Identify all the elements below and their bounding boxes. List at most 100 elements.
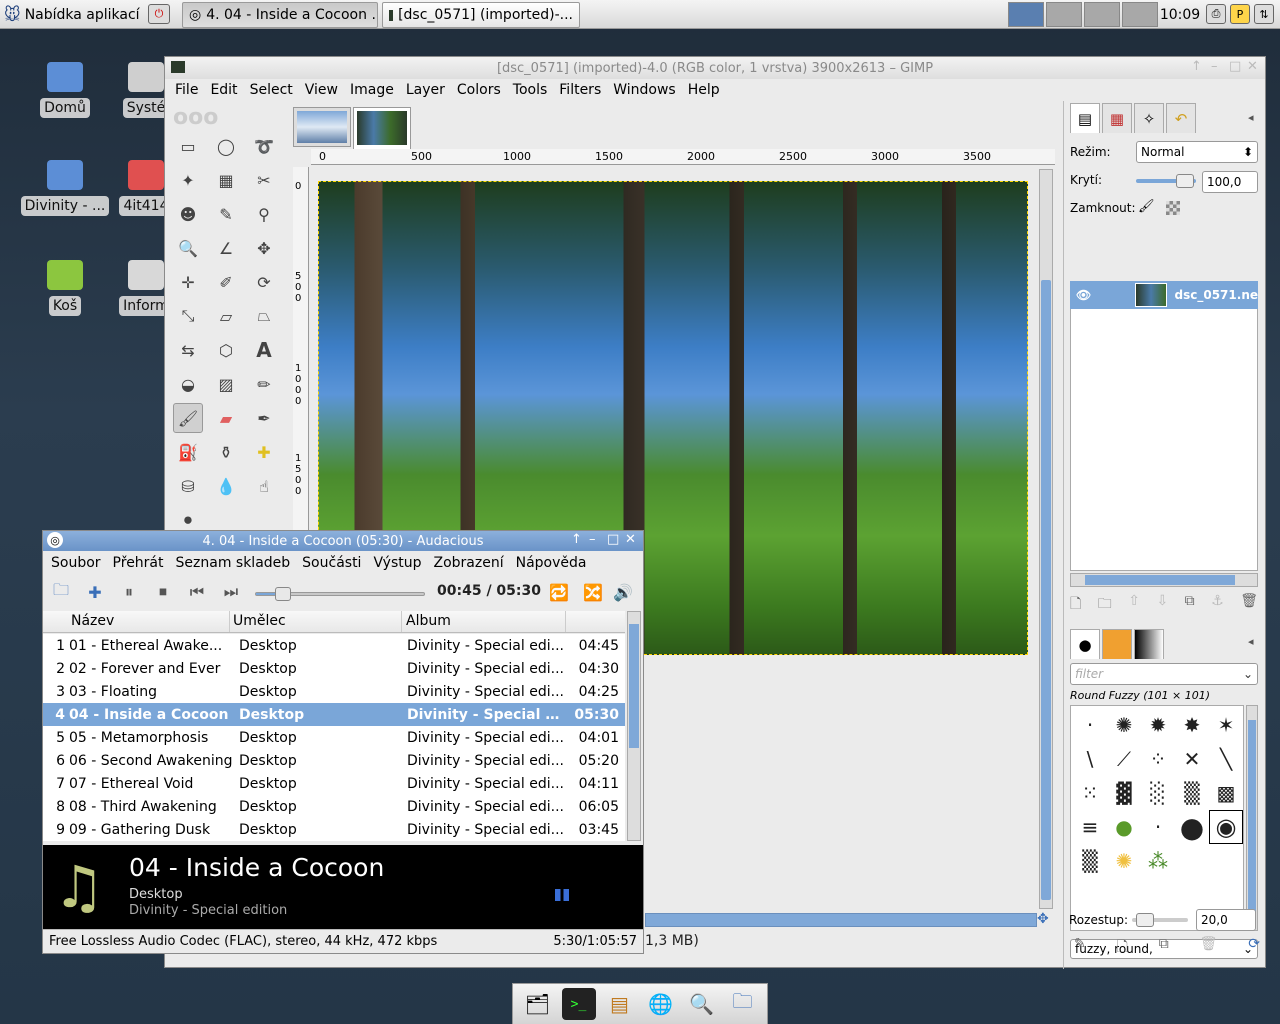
ink-tool-icon[interactable]: ⛽ <box>173 437 203 467</box>
smudge-tool-icon[interactable]: ☝ <box>249 471 279 501</box>
brush-cell[interactable]: ░ <box>1141 776 1175 810</box>
eye-icon[interactable]: 👁 <box>1076 288 1091 302</box>
shade-icon[interactable]: ↑ <box>1191 59 1202 74</box>
playlist-row[interactable]: 1 01 - Ethereal Awake... Desktop Divinity -… <box>43 634 625 657</box>
minimize-icon[interactable]: – <box>1211 59 1218 74</box>
brush-cell[interactable]: ✕ <box>1175 742 1209 776</box>
opacity-input[interactable]: 100,0 <box>1202 171 1258 193</box>
patterns-tab-icon[interactable] <box>1102 629 1132 659</box>
anchor-layer-icon[interactable]: ⚓ <box>1211 593 1224 617</box>
desktop-icon-home[interactable]: Domů <box>25 62 105 118</box>
brush-cell[interactable]: ✸ <box>1175 708 1209 742</box>
layer-row[interactable]: 👁 dsc_0571.ne <box>1070 281 1258 309</box>
move-tool-icon[interactable]: ✥ <box>249 233 279 263</box>
menu-vystup[interactable]: Výstup <box>367 555 427 571</box>
gimp-titlebar[interactable]: [dsc_0571] (imported)-4.0 (RGB color, 1 … <box>165 57 1265 79</box>
paths-tab-icon[interactable]: ✧ <box>1134 103 1164 133</box>
maximize-icon[interactable]: □ <box>1229 59 1241 74</box>
measure-tool-icon[interactable]: ∠ <box>211 233 241 263</box>
blend-tool-icon[interactable]: ▨ <box>211 369 241 399</box>
applications-menu-button[interactable]: 🐭 Nabídka aplikací <box>4 2 140 27</box>
new-brush-icon[interactable]: 🗋 <box>1117 936 1128 960</box>
airbrush-tool-icon[interactable]: ✒ <box>249 403 279 433</box>
workspace-4[interactable] <box>1122 2 1158 27</box>
layers-hscrollbar[interactable] <box>1070 573 1258 587</box>
edit-brush-icon[interactable]: ✎ <box>1074 936 1086 960</box>
color-select-tool-icon[interactable]: ▦ <box>211 165 241 195</box>
seek-knob[interactable] <box>274 587 291 601</box>
canvas-horizontal-scrollbar[interactable] <box>645 913 1037 927</box>
flip-tool-icon[interactable]: ⇆ <box>173 335 203 365</box>
close-icon[interactable]: ✕ <box>625 532 636 547</box>
bucket-fill-tool-icon[interactable]: ◒ <box>173 369 203 399</box>
channels-tab-icon[interactable]: ▦ <box>1102 103 1132 133</box>
brush-cell[interactable]: ✹ <box>1141 708 1175 742</box>
rect-select-tool-icon[interactable]: ▭ <box>173 131 203 161</box>
seek-slider[interactable] <box>255 587 425 601</box>
lasso-tool-icon[interactable]: ➰ <box>249 131 279 161</box>
brush-filter-input[interactable]: filter ⌄ <box>1070 663 1258 685</box>
workspace-3[interactable] <box>1084 2 1120 27</box>
printer-icon[interactable]: ⎙ <box>1206 4 1226 24</box>
lower-layer-icon[interactable]: ⇩ <box>1156 593 1168 617</box>
brush-cell[interactable]: ▓ <box>1107 776 1141 810</box>
brush-cell[interactable]: ▒ <box>1073 844 1107 878</box>
eraser-tool-icon[interactable]: ▰ <box>211 403 241 433</box>
dock-menu-icon[interactable]: ◂ <box>1248 111 1254 124</box>
pause-icon[interactable]: ⏸ <box>115 579 143 605</box>
zoom-tool-icon[interactable]: 🔍 <box>173 233 203 263</box>
brush-cell-selected[interactable]: ◉ <box>1209 810 1243 844</box>
menu-tools[interactable]: Tools <box>509 82 556 98</box>
menu-select[interactable]: Select <box>246 82 301 98</box>
delete-brush-icon[interactable]: 🗑 <box>1200 936 1218 960</box>
maximize-icon[interactable]: □ <box>607 532 619 547</box>
duplicate-brush-icon[interactable]: ⧉ <box>1159 936 1169 960</box>
color-picker-tool-icon[interactable]: ⚲ <box>249 199 279 229</box>
visualizer[interactable] <box>555 889 569 901</box>
menu-edit[interactable]: Edit <box>206 82 245 98</box>
brush-cell[interactable]: · <box>1141 810 1175 844</box>
text-tool-icon[interactable]: A <box>249 335 279 365</box>
volume-icon[interactable]: 🔊 <box>609 579 637 605</box>
playlist-row[interactable]: 3 03 - Floating Desktop Divinity - Special … <box>43 680 625 703</box>
repeat-icon[interactable]: 🔁 <box>545 579 573 605</box>
cage-tool-icon[interactable]: ⬡ <box>211 335 241 365</box>
column-artist[interactable]: Umělec <box>233 613 286 629</box>
keyboard-layout-icon[interactable]: P <box>1230 4 1250 24</box>
brush-cell[interactable]: ▒ <box>1175 776 1209 810</box>
scroll-thumb[interactable] <box>1248 720 1256 916</box>
canvas-vertical-scrollbar[interactable] <box>1039 169 1053 909</box>
logout-icon[interactable]: ⏻ <box>148 4 170 24</box>
previous-icon[interactable]: ⏮ <box>183 579 211 605</box>
delete-layer-icon[interactable]: 🗑 <box>1240 593 1258 617</box>
new-layer-icon[interactable]: 🗋 <box>1070 593 1081 617</box>
menu-napoveda[interactable]: Nápověda <box>510 555 593 571</box>
menu-image[interactable]: Image <box>346 82 402 98</box>
new-layer-group-icon[interactable]: 🗀 <box>1098 593 1112 617</box>
fuzzy-select-tool-icon[interactable]: ✦ <box>173 165 203 195</box>
column-album[interactable]: Album <box>406 613 451 629</box>
menu-soubor[interactable]: Soubor <box>45 555 107 571</box>
folder-icon[interactable]: 🗀 <box>726 988 760 1020</box>
playlist-row[interactable]: 7 07 - Ethereal Void Desktop Divinity - Spe… <box>43 772 625 795</box>
raise-layer-icon[interactable]: ⇧ <box>1128 593 1140 617</box>
brush-cell[interactable]: ▩ <box>1209 776 1243 810</box>
workspace-2[interactable] <box>1046 2 1082 27</box>
desktop-icon-divinity[interactable]: Divinity - ... <box>20 160 110 216</box>
dock-menu-icon[interactable]: ◂ <box>1248 635 1254 648</box>
column-title[interactable]: Název <box>71 613 114 629</box>
brush-cell[interactable]: ⁙ <box>1073 776 1107 810</box>
desktop-icon-trash[interactable]: Koš <box>25 260 105 316</box>
playlist-row[interactable]: 9 09 - Gathering Dusk Desktop Divinity - Sp… <box>43 818 625 841</box>
menu-help[interactable]: Help <box>684 82 728 98</box>
spacing-slider-knob[interactable] <box>1136 913 1154 927</box>
paths-tool-icon[interactable]: ✎ <box>211 199 241 229</box>
gradients-tab-icon[interactable] <box>1134 629 1164 659</box>
audacious-titlebar[interactable]: ◎ 4. 04 - Inside a Cocoon (05:30) - Auda… <box>43 531 643 551</box>
workspace-1[interactable] <box>1008 2 1044 27</box>
navigate-icon[interactable]: ✥ <box>1037 911 1053 927</box>
blur-tool-icon[interactable]: 💧 <box>211 471 241 501</box>
opacity-slider-knob[interactable] <box>1176 174 1194 188</box>
brush-cell[interactable]: \ <box>1073 742 1107 776</box>
align-tool-icon[interactable]: ✛ <box>173 267 203 297</box>
